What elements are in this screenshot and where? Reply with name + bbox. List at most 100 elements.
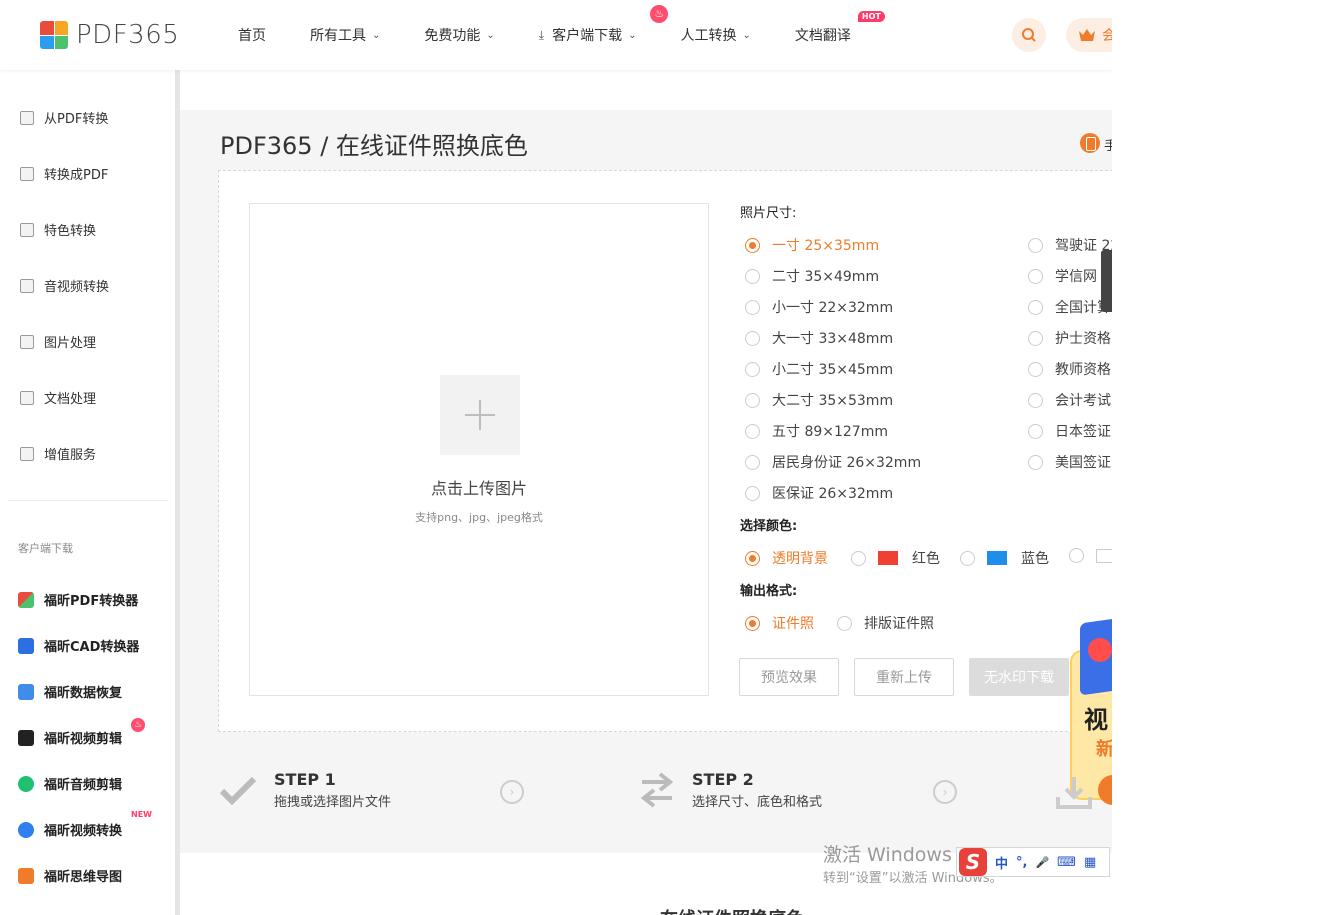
- size-option[interactable]: 日本签证: [1028, 421, 1111, 441]
- top-header: PDF365 首页 所有工具 ⌄ 免费功能 ⌄ ⤓ 客户端下载 ⌄ ♨ 人工转换: [0, 0, 1112, 70]
- size-option[interactable]: 医保证 26×32mm: [745, 483, 893, 503]
- sogou-logo-icon[interactable]: S: [959, 848, 987, 876]
- color-option[interactable]: 蓝色: [960, 548, 1049, 568]
- floating-widget[interactable]: [1101, 250, 1112, 312]
- step-2: STEP 2 选择尺寸、底色和格式: [640, 770, 822, 810]
- sidebar-item-document[interactable]: 文档处理: [20, 388, 96, 407]
- radio-icon: [1028, 268, 1043, 284]
- size-option[interactable]: 一寸 25×35mm: [745, 235, 879, 255]
- size-option[interactable]: 小二寸 35×45mm: [745, 359, 893, 379]
- promo-subtext: 新: [1096, 739, 1112, 760]
- sidebar-item-from-pdf[interactable]: 从PDF转换: [20, 108, 108, 127]
- app-pdf-converter[interactable]: 福昕PDF转换器: [18, 590, 138, 609]
- size-option[interactable]: 驾驶证 22: [1028, 235, 1112, 255]
- sidebar-item-service[interactable]: 增值服务: [20, 444, 96, 463]
- size-option[interactable]: 教师资格: [1028, 359, 1111, 379]
- sidebar-item-image[interactable]: 图片处理: [20, 332, 96, 351]
- plus-icon[interactable]: [440, 375, 520, 455]
- nav-all-tools[interactable]: 所有工具 ⌄: [310, 25, 380, 45]
- download-button[interactable]: 无水印下载: [969, 658, 1069, 696]
- chevron-down-icon: ⌄: [372, 29, 381, 41]
- app-audio-editor[interactable]: 福昕音频剪辑: [18, 774, 122, 793]
- logo-mark-icon: [40, 21, 68, 49]
- format-option[interactable]: 排版证件照: [837, 613, 934, 633]
- ime-punctuation-toggle[interactable]: °,: [1016, 855, 1027, 870]
- size-option[interactable]: 大一寸 33×48mm: [745, 328, 893, 348]
- search-button[interactable]: [1012, 18, 1046, 52]
- new-badge: NEW: [131, 810, 152, 819]
- app-label: 福昕视频转换: [44, 824, 123, 839]
- radio-icon: [1028, 423, 1043, 439]
- color-option[interactable]: 红色: [851, 548, 940, 568]
- sidebar-item-special[interactable]: 特色转换: [20, 220, 96, 239]
- radio-icon: [745, 299, 760, 315]
- ime-toolbar[interactable]: S 中 °, 🎤 ⌨ ▦: [956, 847, 1110, 877]
- reupload-button[interactable]: 重新上传: [854, 658, 954, 696]
- phone-label[interactable]: 手: [1104, 135, 1112, 154]
- promo-text: 视: [1084, 706, 1108, 734]
- size-option-label: 大一寸 33×48mm: [772, 331, 894, 347]
- radio-icon: [851, 550, 866, 566]
- nav-client-download-label: 客户端下载: [552, 28, 623, 44]
- size-option[interactable]: 美国签证: [1028, 452, 1111, 472]
- color-option-label: 红色: [912, 551, 940, 567]
- sidebar-item-label: 特色转换: [44, 224, 97, 239]
- size-option-label: 美国签证: [1055, 455, 1111, 471]
- sidebar-item-label: 转换成PDF: [44, 168, 109, 183]
- radio-icon: [1028, 237, 1043, 253]
- keyboard-icon[interactable]: ⌨: [1057, 855, 1076, 870]
- app-label: 福昕音频剪辑: [44, 778, 123, 793]
- app-mind-map[interactable]: 福昕思维导图: [18, 866, 122, 885]
- size-option[interactable]: 五寸 89×127mm: [745, 421, 888, 441]
- radio-icon: [745, 615, 760, 631]
- size-option[interactable]: 会计考试: [1028, 390, 1111, 410]
- upload-label[interactable]: 点击上传图片: [249, 475, 709, 499]
- ime-chinese-toggle[interactable]: 中: [995, 853, 1008, 872]
- color-option[interactable]: [1069, 548, 1112, 563]
- radio-icon: [1028, 454, 1043, 470]
- sidebar-scrollbar[interactable]: [175, 70, 180, 915]
- chevron-down-icon: ⌄: [486, 29, 495, 41]
- app-data-recovery[interactable]: 福昕数据恢复: [18, 682, 122, 701]
- size-option[interactable]: 小一寸 22×32mm: [745, 297, 893, 317]
- sidebar-item-to-pdf[interactable]: 转换成PDF: [20, 164, 108, 183]
- nav-home[interactable]: 首页: [238, 25, 266, 45]
- color-option-label: 透明背景: [772, 551, 828, 567]
- grid-icon[interactable]: ▦: [1084, 855, 1096, 870]
- vip-button[interactable]: 会: [1066, 18, 1112, 52]
- radio-icon: [1028, 392, 1043, 408]
- nav-free-features[interactable]: 免费功能 ⌄: [424, 25, 494, 45]
- format-option[interactable]: 证件照: [745, 613, 814, 633]
- app-video-editor[interactable]: 福昕视频剪辑: [18, 728, 122, 747]
- download-icon: ⤓: [538, 27, 545, 42]
- size-option[interactable]: 学信网: [1028, 266, 1097, 286]
- sidebar-item-av[interactable]: 音视频转换: [20, 276, 109, 295]
- nav-manual-conversion[interactable]: ♨ 人工转换 ⌄: [650, 5, 751, 45]
- radio-icon: [1069, 548, 1084, 563]
- microphone-icon[interactable]: 🎤: [1035, 856, 1049, 869]
- upload-hint: 支持png、jpg、jpeg格式: [415, 511, 543, 524]
- size-option-label: 小一寸 22×32mm: [772, 300, 894, 316]
- sidebar-item-label: 增值服务: [44, 448, 97, 463]
- phone-icon[interactable]: [1080, 133, 1100, 153]
- arrow-right-icon: ›: [933, 780, 957, 804]
- size-option[interactable]: 二寸 35×49mm: [745, 266, 879, 286]
- star-icon: [20, 222, 34, 237]
- size-option[interactable]: 居民身份证 26×32mm: [745, 452, 921, 472]
- nav-client-download[interactable]: ⤓ 客户端下载 ⌄: [539, 25, 637, 45]
- color-option[interactable]: 透明背景: [745, 548, 828, 568]
- site-logo[interactable]: PDF365: [40, 20, 179, 50]
- step-title: STEP 2: [692, 770, 754, 789]
- preview-button[interactable]: 预览效果: [739, 658, 839, 696]
- app-video-converter[interactable]: 福昕视频转换: [18, 820, 122, 839]
- video-editor-icon: [18, 729, 34, 746]
- size-option[interactable]: 全国计算: [1028, 297, 1111, 317]
- size-option-label: 护士资格: [1055, 331, 1111, 347]
- nav-doc-translate-label: 文档翻译: [794, 28, 851, 44]
- format-option-label: 排版证件照: [864, 616, 934, 632]
- size-option[interactable]: 护士资格: [1028, 328, 1111, 348]
- size-option[interactable]: 大二寸 35×53mm: [745, 390, 893, 410]
- app-cad-converter[interactable]: 福昕CAD转换器: [18, 636, 139, 655]
- nav-doc-translate[interactable]: 文档翻译 HOT: [794, 11, 885, 45]
- play-icon: [1088, 638, 1112, 662]
